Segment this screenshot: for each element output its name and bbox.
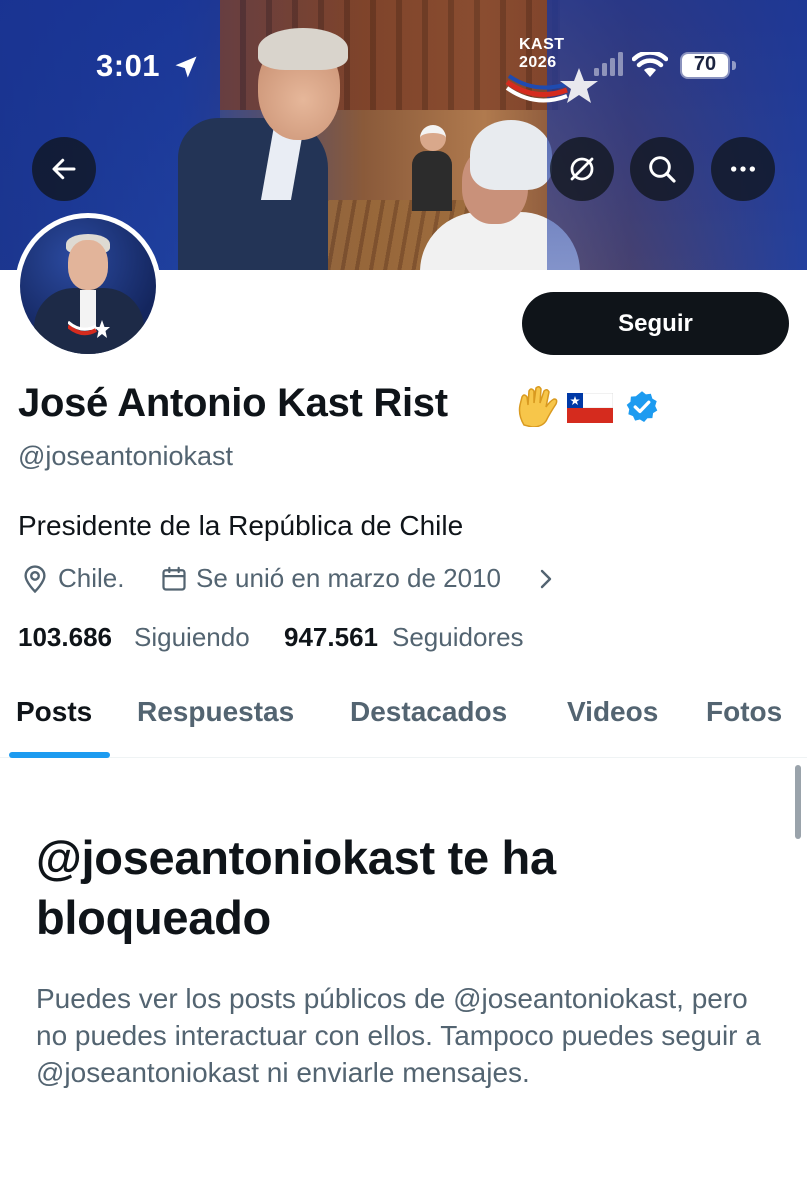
location-arrow-icon [175, 56, 197, 78]
cellular-signal-icon [594, 52, 623, 76]
tab-videos[interactable]: Videos [567, 696, 658, 728]
tab-destacados[interactable]: Destacados [350, 696, 507, 728]
kast-2026-logo: KAST 2026 [505, 34, 600, 106]
following-count[interactable]: 103.686 [18, 622, 112, 653]
tab-respuestas[interactable]: Respuestas [137, 696, 294, 728]
location-pin-icon [24, 565, 46, 594]
more-options-button[interactable] [711, 137, 775, 201]
following-label[interactable]: Siguiendo [134, 622, 250, 653]
avatar-logo-icon [68, 320, 110, 338]
more-icon [731, 166, 755, 172]
status-time: 3:01 [96, 48, 161, 83]
back-arrow-icon [52, 158, 76, 180]
battery-level: 70 [693, 53, 717, 75]
profile-bio: Presidente de la República de Chile [18, 510, 464, 541]
tab-posts[interactable]: Posts [16, 696, 92, 728]
battery-icon: 70 [680, 52, 736, 79]
logo-star-icon [505, 68, 598, 103]
profile-handle: @joseantoniokast [18, 441, 234, 471]
profile-joined-date[interactable]: Se unió en marzo de 2010 [196, 563, 501, 594]
grok-icon [570, 157, 594, 181]
profile-tabs: Posts Respuestas Destacados Videos Fotos [0, 676, 807, 758]
follow-button[interactable]: Seguir [522, 292, 789, 355]
active-tab-indicator [9, 752, 110, 758]
blocked-title: @joseantoniokast te ha bloqueado [36, 831, 556, 944]
search-icon [649, 156, 676, 183]
blocked-description: Puedes ver los posts públicos de @josean… [36, 983, 761, 1088]
logo-line1: KAST [519, 36, 565, 53]
back-button[interactable] [32, 137, 96, 201]
profile-location: Chile. [58, 563, 125, 593]
banner-man-figure [178, 28, 348, 270]
followers-count[interactable]: 947.561 [284, 622, 378, 653]
verified-badge-icon[interactable] [624, 389, 660, 425]
display-name: José Antonio Kast Rist [18, 381, 448, 425]
followers-label[interactable]: Seguidores [392, 622, 524, 653]
calendar-icon [162, 566, 186, 591]
wifi-icon [632, 52, 668, 77]
scrollbar[interactable] [795, 765, 801, 839]
chile-flag-drawing [567, 393, 613, 423]
tab-fotos[interactable]: Fotos [706, 696, 782, 728]
search-button[interactable] [630, 137, 694, 201]
grok-button[interactable] [550, 137, 614, 201]
raised-hand-icon [518, 385, 558, 427]
chevron-right-icon[interactable] [536, 568, 556, 590]
profile-avatar[interactable] [15, 213, 161, 359]
